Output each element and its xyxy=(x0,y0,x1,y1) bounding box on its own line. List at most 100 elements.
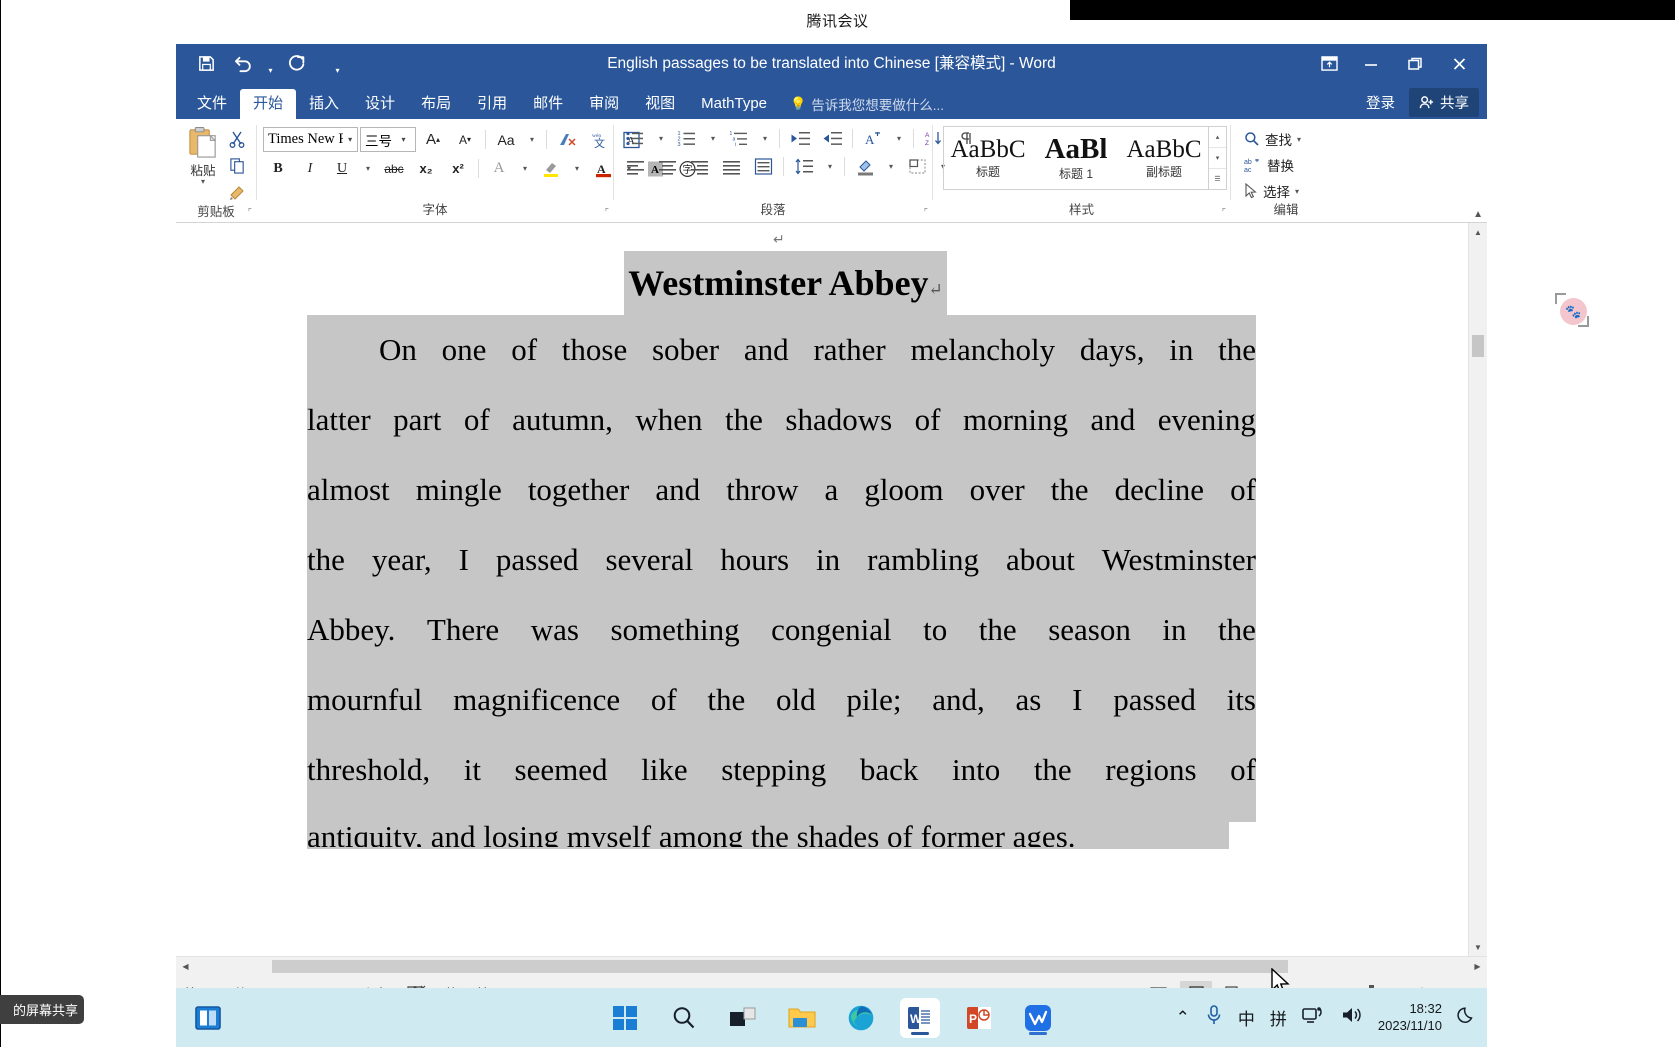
start-icon[interactable] xyxy=(605,998,645,1038)
minimize-icon[interactable] xyxy=(1349,44,1393,83)
format-painter-icon[interactable] xyxy=(224,181,250,204)
scroll-right-icon[interactable]: ▶ xyxy=(1468,957,1487,976)
paste-dropdown-icon[interactable]: ▾ xyxy=(201,177,205,186)
underline-button[interactable]: U xyxy=(327,157,357,180)
view-read-mode[interactable] xyxy=(1142,981,1174,988)
select-button[interactable]: 选择 ▾ xyxy=(1241,180,1304,202)
share-button[interactable]: 共享 xyxy=(1409,88,1479,117)
tab-file[interactable]: 文件 xyxy=(184,89,240,119)
find-button[interactable]: 查找 ▾ xyxy=(1241,128,1304,150)
tab-references[interactable]: 引用 xyxy=(464,89,520,119)
tab-layout[interactable]: 布局 xyxy=(408,89,464,119)
asian-layout-icon[interactable]: A xyxy=(858,127,888,150)
subscript-button[interactable]: x₂ xyxy=(411,157,441,180)
cut-icon[interactable] xyxy=(224,127,250,150)
bold-button[interactable]: B xyxy=(263,157,293,180)
powerpoint-icon[interactable]: P xyxy=(959,998,999,1038)
moon-icon[interactable] xyxy=(1457,1005,1477,1030)
tab-home[interactable]: 开始 xyxy=(240,89,297,119)
ribbon-display-options-icon[interactable] xyxy=(1309,44,1349,83)
borders-icon[interactable] xyxy=(902,155,932,178)
task-view-icon[interactable] xyxy=(723,998,763,1038)
tab-design[interactable]: 设计 xyxy=(352,89,408,119)
grow-font-icon[interactable]: A ▴ xyxy=(418,128,448,151)
clear-formatting-icon[interactable] xyxy=(552,128,582,151)
gallery-scroll-down-icon[interactable]: ▾ xyxy=(1209,148,1226,169)
document-canvas[interactable]: ↵ Westminster Abbey↵ On one of those sober an… xyxy=(176,223,1487,956)
chevron-down-icon[interactable]: ▾ xyxy=(1295,187,1299,196)
close-icon[interactable] xyxy=(1437,44,1481,83)
styles-dialog-launcher[interactable]: ⌜ xyxy=(1222,204,1226,220)
microphone-icon[interactable] xyxy=(1205,1004,1223,1031)
asian-layout-dropdown-icon[interactable]: ▾ xyxy=(890,127,908,150)
ime-pinyin-mode[interactable]: 拼 xyxy=(1270,1005,1287,1030)
document-page[interactable]: ↵ Westminster Abbey↵ On one of those sober an… xyxy=(176,223,1469,956)
chevron-down-icon[interactable]: ▾ xyxy=(343,135,357,144)
tab-view[interactable]: 视图 xyxy=(632,89,688,119)
style-item-subtitle[interactable]: AaBbC 副标题 xyxy=(1120,127,1208,189)
scroll-left-icon[interactable]: ◀ xyxy=(176,957,195,976)
line-spacing-icon[interactable] xyxy=(789,155,819,178)
numbering-icon[interactable]: 123 xyxy=(672,127,702,150)
clock[interactable]: 18:32 2023/11/10 xyxy=(1378,1001,1442,1034)
edge-icon[interactable] xyxy=(841,998,881,1038)
horizontal-scroll-thumb[interactable] xyxy=(272,960,1288,973)
shading-dropdown-icon[interactable]: ▾ xyxy=(882,155,900,178)
paragraph-dialog-launcher[interactable]: ⌜ xyxy=(924,204,928,220)
view-print-layout[interactable] xyxy=(1180,981,1212,988)
gallery-more-icon[interactable]: ☰ xyxy=(1209,169,1226,189)
text-effects-dropdown-icon[interactable]: ▾ xyxy=(516,157,534,180)
underline-dropdown-icon[interactable]: ▾ xyxy=(359,157,377,180)
view-web-layout[interactable] xyxy=(1218,981,1250,988)
text-highlight-icon[interactable] xyxy=(536,157,566,180)
scroll-up-icon[interactable]: ▲ xyxy=(1469,223,1487,241)
numbering-dropdown-icon[interactable]: ▾ xyxy=(704,127,722,150)
align-left-icon[interactable] xyxy=(620,155,650,178)
volume-icon[interactable] xyxy=(1341,1005,1363,1030)
style-item-title[interactable]: AaBbC 标题 xyxy=(944,127,1032,189)
change-case-icon[interactable]: Aa xyxy=(491,128,521,151)
decrease-indent-icon[interactable] xyxy=(785,127,815,150)
vertical-scrollbar[interactable]: ▲ ▼ xyxy=(1468,223,1487,956)
multilevel-list-icon[interactable]: 1ai xyxy=(724,127,754,150)
show-hidden-icons[interactable]: ⌃ xyxy=(1176,1008,1190,1028)
highlight-dropdown-icon[interactable]: ▾ xyxy=(568,157,586,180)
chevron-down-icon[interactable]: ▾ xyxy=(1297,135,1301,144)
network-icon[interactable] xyxy=(1302,1005,1326,1030)
restore-icon[interactable] xyxy=(1393,44,1437,83)
italic-button[interactable]: I xyxy=(295,157,325,180)
file-explorer-icon[interactable] xyxy=(782,998,822,1038)
copy-icon[interactable] xyxy=(224,154,250,177)
align-right-icon[interactable] xyxy=(684,155,714,178)
justify-icon[interactable] xyxy=(716,155,746,178)
font-size-combo[interactable]: 三号 ▾ xyxy=(360,127,416,152)
vertical-scroll-thumb[interactable] xyxy=(1472,335,1484,357)
bullets-dropdown-icon[interactable]: ▾ xyxy=(652,127,670,150)
chevron-down-icon[interactable]: ▾ xyxy=(396,135,411,144)
distributed-icon[interactable] xyxy=(748,155,778,178)
increase-indent-icon[interactable] xyxy=(817,127,847,150)
strikethrough-button[interactable]: abc xyxy=(379,157,409,180)
bullets-icon[interactable] xyxy=(620,127,650,150)
paste-button[interactable]: 粘贴 ▾ xyxy=(182,124,224,186)
collapse-ribbon-icon[interactable]: ▲ xyxy=(1473,209,1483,220)
tell-me-box[interactable]: 💡 告诉我您想要做什么... xyxy=(790,89,944,119)
replace-button[interactable]: ab ac 替换 xyxy=(1241,154,1304,176)
clipboard-dialog-launcher[interactable]: ⌜ xyxy=(248,204,252,220)
text-effects-icon[interactable]: A xyxy=(484,157,514,180)
ime-chinese-mode[interactable]: 中 xyxy=(1238,1005,1255,1030)
tencent-meeting-icon[interactable] xyxy=(1018,998,1058,1038)
phonetic-guide-icon[interactable]: wén 文 xyxy=(584,128,614,151)
screen-share-pill[interactable]: 的屏幕共享 xyxy=(0,995,84,1024)
word-icon[interactable]: W xyxy=(900,997,940,1038)
search-icon[interactable] xyxy=(664,998,704,1038)
shrink-font-icon[interactable]: A ▾ xyxy=(450,128,480,151)
avatar[interactable]: 🐾 xyxy=(1560,298,1587,325)
line-spacing-dropdown-icon[interactable]: ▾ xyxy=(821,155,839,178)
tab-review[interactable]: 审阅 xyxy=(576,89,632,119)
tab-mathtype[interactable]: MathType xyxy=(688,89,780,119)
superscript-button[interactable]: x² xyxy=(443,157,473,180)
change-case-dropdown-icon[interactable]: ▾ xyxy=(523,128,541,151)
sign-in-button[interactable]: 登录 xyxy=(1358,88,1403,117)
gallery-scroll-up-icon[interactable]: ▴ xyxy=(1209,127,1226,148)
